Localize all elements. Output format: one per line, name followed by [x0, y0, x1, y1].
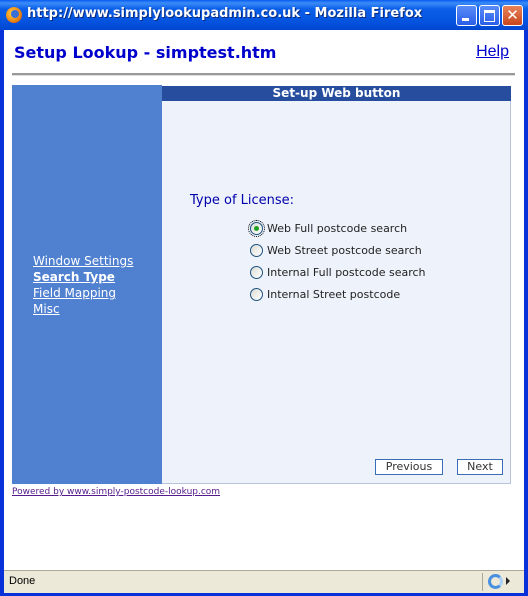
option-label: Web Street postcode search	[267, 243, 422, 257]
radio-internal-full[interactable]	[250, 265, 263, 279]
license-option-web-street[interactable]: Web Street postcode search	[250, 239, 426, 261]
maximize-button[interactable]	[479, 5, 500, 26]
powered-by-link[interactable]: Powered by www.simply-postcode-lookup.co…	[12, 487, 220, 497]
license-options: Web Full postcode search Web Street post…	[248, 217, 426, 305]
sidebar-item-search-type[interactable]: Search Type	[33, 269, 133, 285]
sidebar-item-window-settings[interactable]: Window Settings	[33, 253, 133, 269]
option-label: Internal Full postcode search	[267, 265, 426, 279]
option-label: Internal Street postcode	[267, 287, 401, 301]
status-divider	[482, 573, 483, 591]
sync-icon[interactable]	[488, 574, 503, 589]
settings-panel: Type of License: Web Full postcode searc…	[162, 101, 511, 484]
help-link[interactable]: Help	[476, 43, 509, 61]
header-divider	[12, 73, 515, 76]
status-text: Done	[9, 575, 36, 587]
minimize-button[interactable]	[456, 5, 477, 26]
license-option-internal-street[interactable]: Internal Street postcode	[250, 283, 426, 305]
window-titlebar[interactable]: http://www.simplylookupadmin.co.uk - Moz…	[0, 0, 528, 30]
close-icon: ✕	[506, 6, 519, 24]
license-type-label: Type of License:	[190, 193, 295, 208]
window-title: http://www.simplylookupadmin.co.uk - Moz…	[27, 6, 423, 21]
previous-button[interactable]: Previous	[375, 459, 443, 475]
page-content: Setup Lookup - simptest.htm Help Window …	[4, 30, 524, 570]
firefox-icon	[6, 7, 22, 23]
menu-arrow-icon[interactable]	[506, 577, 510, 585]
sidebar-item-field-mapping[interactable]: Field Mapping	[33, 285, 133, 301]
option-label: Web Full postcode search	[267, 221, 408, 235]
sidebar-item-misc[interactable]: Misc	[33, 301, 133, 317]
next-button[interactable]: Next	[457, 459, 503, 475]
close-button[interactable]: ✕	[502, 5, 523, 26]
radio-web-full[interactable]	[248, 219, 265, 237]
license-option-internal-full[interactable]: Internal Full postcode search	[250, 261, 426, 283]
radio-web-street[interactable]	[250, 243, 263, 257]
license-option-web-full[interactable]: Web Full postcode search	[248, 217, 426, 239]
panel-heading: Set-up Web button	[162, 86, 511, 101]
radio-internal-street[interactable]	[250, 287, 263, 301]
status-bar: Done	[4, 570, 524, 593]
page-title: Setup Lookup - simptest.htm	[14, 43, 277, 62]
sidebar: Window Settings Search Type Field Mappin…	[12, 85, 162, 484]
sidebar-nav: Window Settings Search Type Field Mappin…	[33, 253, 133, 317]
